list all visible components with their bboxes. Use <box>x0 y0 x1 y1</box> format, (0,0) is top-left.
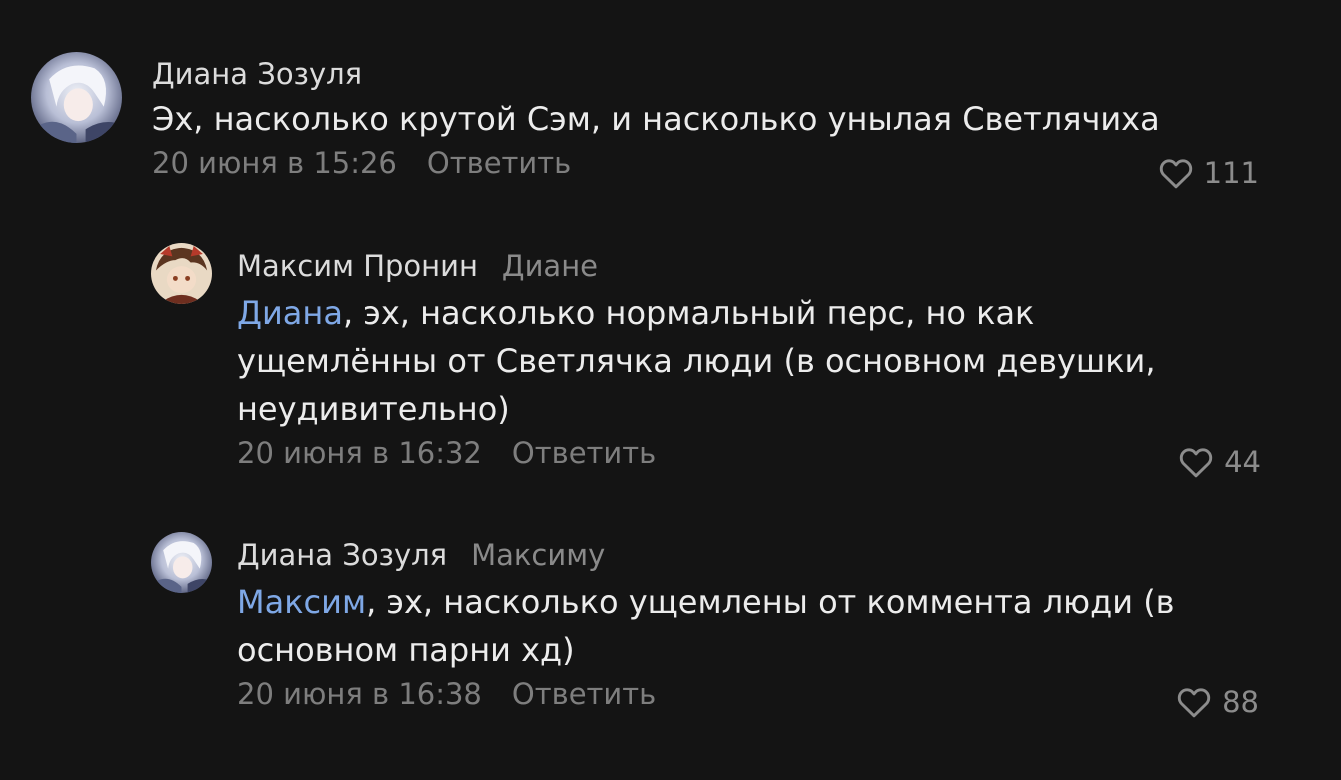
avatar[interactable] <box>151 532 212 593</box>
like-count: 111 <box>1203 156 1259 190</box>
author-name[interactable]: Диана Зозуля <box>152 55 362 93</box>
heart-outline-icon <box>1179 448 1213 478</box>
comment-header: Диана Зозуля <box>152 55 1262 93</box>
comment-text: Максим, эх, насколько ущемлены от коммен… <box>237 578 1237 674</box>
avatar[interactable] <box>31 52 122 143</box>
comment-item: Диана Зозуля Максиму Максим, эх, насколь… <box>0 490 1341 780</box>
reply-button[interactable]: Ответить <box>512 674 656 714</box>
like-button[interactable]: 111 <box>1158 153 1259 193</box>
avatar[interactable] <box>151 243 212 304</box>
comment-meta: 20 июня в 16:38 Ответить <box>237 674 1237 714</box>
like-count: 88 <box>1222 685 1259 719</box>
like-button[interactable]: 44 <box>1178 442 1261 482</box>
comment-body: Эх, насколько крутой Сэм, и насколько ун… <box>152 100 1160 138</box>
avatar-photo-icon <box>151 243 212 304</box>
comment-meta: 20 июня в 15:26 Ответить <box>152 143 1262 183</box>
heart-outline-icon <box>1159 159 1192 189</box>
avatar-photo-icon <box>151 532 212 593</box>
like-count: 44 <box>1224 445 1261 479</box>
comment-body: , эх, насколько нормальный перс, но как … <box>237 294 1156 428</box>
comment-header: Диана Зозуля Максиму <box>237 536 1237 574</box>
reply-to-label[interactable]: Диане <box>502 247 598 285</box>
comment-date: 20 июня в 15:26 <box>152 146 397 180</box>
heart-outline-icon <box>1177 688 1211 718</box>
reply-to-label[interactable]: Максиму <box>471 536 605 574</box>
comment-meta: 20 июня в 16:32 Ответить <box>237 433 1237 473</box>
avatar-photo-icon <box>31 52 122 143</box>
comment-item: Максим Пронин Диане Диана, эх, насколько… <box>0 200 1341 490</box>
comment-date: 20 июня в 16:38 <box>237 677 482 711</box>
reply-button[interactable]: Ответить <box>512 433 656 473</box>
reply-button[interactable]: Ответить <box>427 143 571 183</box>
author-name[interactable]: Максим Пронин <box>237 247 478 285</box>
like-button[interactable]: 88 <box>1176 682 1259 722</box>
mention-link[interactable]: Диана <box>237 294 343 332</box>
comment-date: 20 июня в 16:32 <box>237 436 482 470</box>
comment-text: Эх, насколько крутой Сэм, и насколько ун… <box>152 95 1262 143</box>
author-name[interactable]: Диана Зозуля <box>237 536 447 574</box>
comment-item: Диана Зозуля Эх, насколько крутой Сэм, и… <box>0 0 1341 200</box>
comment-header: Максим Пронин Диане <box>237 247 1237 285</box>
comment-text: Диана, эх, насколько нормальный перс, но… <box>237 289 1237 433</box>
mention-link[interactable]: Максим <box>237 583 366 621</box>
comment-body: , эх, насколько ущемлены от коммента люд… <box>237 583 1175 669</box>
